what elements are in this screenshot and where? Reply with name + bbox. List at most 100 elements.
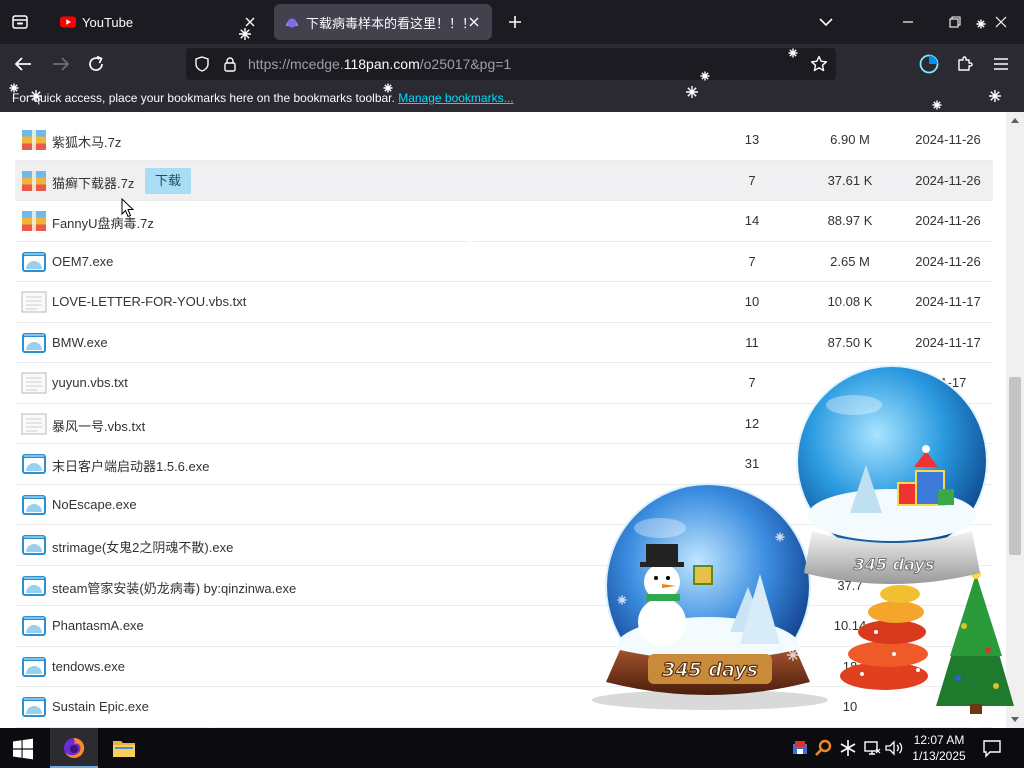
- download-count: 7: [748, 375, 756, 390]
- file-name-link[interactable]: OEM7.exe: [52, 254, 113, 269]
- scrollbar-thumb[interactable]: [1009, 377, 1021, 555]
- file-name-link[interactable]: FannyU盘病毒.7z: [52, 213, 154, 232]
- file-size: 87.50 K: [827, 334, 873, 350]
- hamburger-menu-icon: [994, 58, 1008, 70]
- list-all-tabs-button[interactable]: [8, 10, 32, 34]
- file-name-link[interactable]: PhantasmA.exe: [52, 618, 144, 633]
- file-name-link[interactable]: tendows.exe: [52, 659, 125, 674]
- close-window-button[interactable]: [991, 12, 1011, 32]
- extensions-button[interactable]: [954, 53, 976, 75]
- tab-youtube[interactable]: YouTube: [50, 4, 268, 40]
- reload-icon: [89, 55, 103, 71]
- upload-date: 2024-11-17: [915, 334, 981, 350]
- exe-file-icon: [21, 453, 47, 475]
- file-size: 6.90 M: [830, 132, 870, 147]
- youtube-icon: [60, 16, 76, 28]
- back-button[interactable]: [12, 53, 34, 75]
- url-prefix: https://mcedge.: [248, 56, 344, 72]
- tray-app-icon[interactable]: [790, 738, 810, 758]
- clock-date: 1/13/2025: [912, 749, 966, 763]
- taskbar-clock[interactable]: 12:07 AM 1/13/2025: [904, 732, 974, 764]
- tab-close-button[interactable]: [242, 14, 258, 30]
- new-tab-button[interactable]: [505, 12, 525, 32]
- bookmarks-hint-text: For quick access, place your bookmarks h…: [12, 91, 395, 105]
- download-count: 7: [748, 253, 756, 269]
- plus-icon: [509, 16, 521, 28]
- taskbar-firefox-button[interactable]: [50, 728, 98, 768]
- exe-file-icon: [21, 615, 47, 637]
- tab-title: 下载病毒样本的看这里！！！(免: [306, 15, 466, 31]
- download-button[interactable]: 下载: [145, 167, 192, 194]
- minimize-button[interactable]: [898, 12, 918, 32]
- file-row[interactable]: FannyU盘病毒.7z 14 88.97 K 2024-11-26: [15, 201, 993, 242]
- globe-big-label: 345 days: [854, 555, 935, 574]
- screen: YouTube 下载病毒样本的看这里！！！(免: [0, 0, 1024, 768]
- url-path: /o25017&pg=1: [419, 56, 512, 72]
- taskbar-file-explorer-button[interactable]: [100, 728, 148, 768]
- windows-start-icon[interactable]: [12, 738, 34, 760]
- network-icon[interactable]: [862, 738, 882, 758]
- file-name-link[interactable]: 暴风一号.vbs.txt: [52, 416, 145, 435]
- archive-icon: [21, 170, 47, 192]
- account-button[interactable]: [918, 53, 940, 75]
- restore-button[interactable]: [945, 12, 965, 32]
- file-row[interactable]: 紫狐木马.7z 13 6.90 M 2024-11-26: [15, 120, 993, 161]
- clock-time: 12:07 AM: [913, 733, 965, 747]
- file-name-link[interactable]: BMW.exe: [52, 335, 108, 350]
- exe-file-icon: [21, 332, 47, 354]
- url-bar[interactable]: https://mcedge.118pan.com/o25017&pg=1: [186, 48, 836, 80]
- file-size: 88.97 K: [827, 213, 873, 228]
- file-name-link[interactable]: yuyun.vbs.txt: [52, 375, 128, 390]
- tab-close-button[interactable]: [466, 14, 482, 30]
- volume-icon[interactable]: [884, 738, 904, 758]
- file-size: 2.65 M: [830, 253, 870, 269]
- lock-icon[interactable]: [222, 56, 238, 72]
- text-file-icon: [21, 291, 47, 313]
- download-count: 31: [744, 456, 760, 471]
- file-name-link[interactable]: steam管家安装(奶龙病毒) by:qinzinwa.exe: [52, 578, 296, 597]
- scroll-up-arrow-icon[interactable]: [1010, 116, 1020, 124]
- upload-date: 2024-11-26: [915, 213, 981, 228]
- notification-center-icon[interactable]: [982, 738, 1002, 758]
- page-favicon-icon: [286, 18, 298, 28]
- scroll-down-arrow-icon[interactable]: [1010, 716, 1020, 724]
- manage-bookmarks-link[interactable]: Manage bookmarks...: [398, 91, 513, 105]
- tracking-shield-icon[interactable]: [194, 56, 210, 72]
- upload-date: 2024-11-17: [915, 294, 981, 309]
- download-count: 10: [744, 294, 760, 309]
- tab-active[interactable]: 下载病毒样本的看这里！！！(免: [274, 4, 492, 40]
- file-name-link[interactable]: LOVE-LETTER-FOR-YOU.vbs.txt: [52, 294, 246, 309]
- tab-title: YouTube: [82, 14, 134, 30]
- list-tabs-dropdown[interactable]: [816, 12, 836, 32]
- search-tray-icon[interactable]: [814, 738, 834, 758]
- restore-icon: [949, 16, 961, 28]
- upload-date: 2024-11-26: [915, 172, 981, 188]
- file-size: 37.61 K: [827, 172, 873, 188]
- file-name-link[interactable]: Sustain Epic.exe: [52, 699, 149, 714]
- close-icon: [245, 17, 255, 27]
- url-text[interactable]: https://mcedge.118pan.com/o25017&pg=1: [248, 56, 511, 72]
- file-name-link[interactable]: 猫癣下载器.7z: [52, 173, 134, 192]
- snowflake-tray-icon[interactable]: [838, 738, 858, 758]
- app-menu-button[interactable]: [990, 53, 1012, 75]
- file-row[interactable]: BMW.exe 11 87.50 K 2024-11-17: [15, 323, 993, 363]
- firefox-account-icon: [919, 54, 939, 74]
- file-row[interactable]: LOVE-LETTER-FOR-YOU.vbs.txt 10 10.08 K 2024…: [15, 282, 993, 323]
- file-name-link[interactable]: NoEscape.exe: [52, 497, 137, 512]
- minimize-icon: [903, 21, 913, 23]
- file-name-link[interactable]: strimage(女鬼2之阴魂不散).exe: [52, 537, 233, 556]
- text-file-icon: [21, 413, 47, 435]
- bookmark-star-icon[interactable]: [810, 55, 828, 73]
- upload-date: 2024-11-26: [915, 132, 981, 147]
- archive-icon: [21, 210, 47, 232]
- exe-file-icon: [21, 696, 47, 718]
- folder-icon: [113, 741, 135, 757]
- upload-date: 2024-11-26: [915, 253, 981, 269]
- firefox-icon: [64, 737, 85, 758]
- file-row[interactable]: OEM7.exe 7 2.65 M 2024-11-26: [15, 242, 993, 282]
- reload-button[interactable]: [85, 53, 107, 75]
- file-name-link[interactable]: 末日客户端启动器1.5.6.exe: [52, 456, 210, 475]
- file-name-link[interactable]: 紫狐木马.7z: [52, 132, 121, 151]
- file-row[interactable]: 猫癣下载器.7z 下载 7 37.61 K 2024-11-26: [15, 160, 993, 201]
- forward-button[interactable]: [50, 53, 72, 75]
